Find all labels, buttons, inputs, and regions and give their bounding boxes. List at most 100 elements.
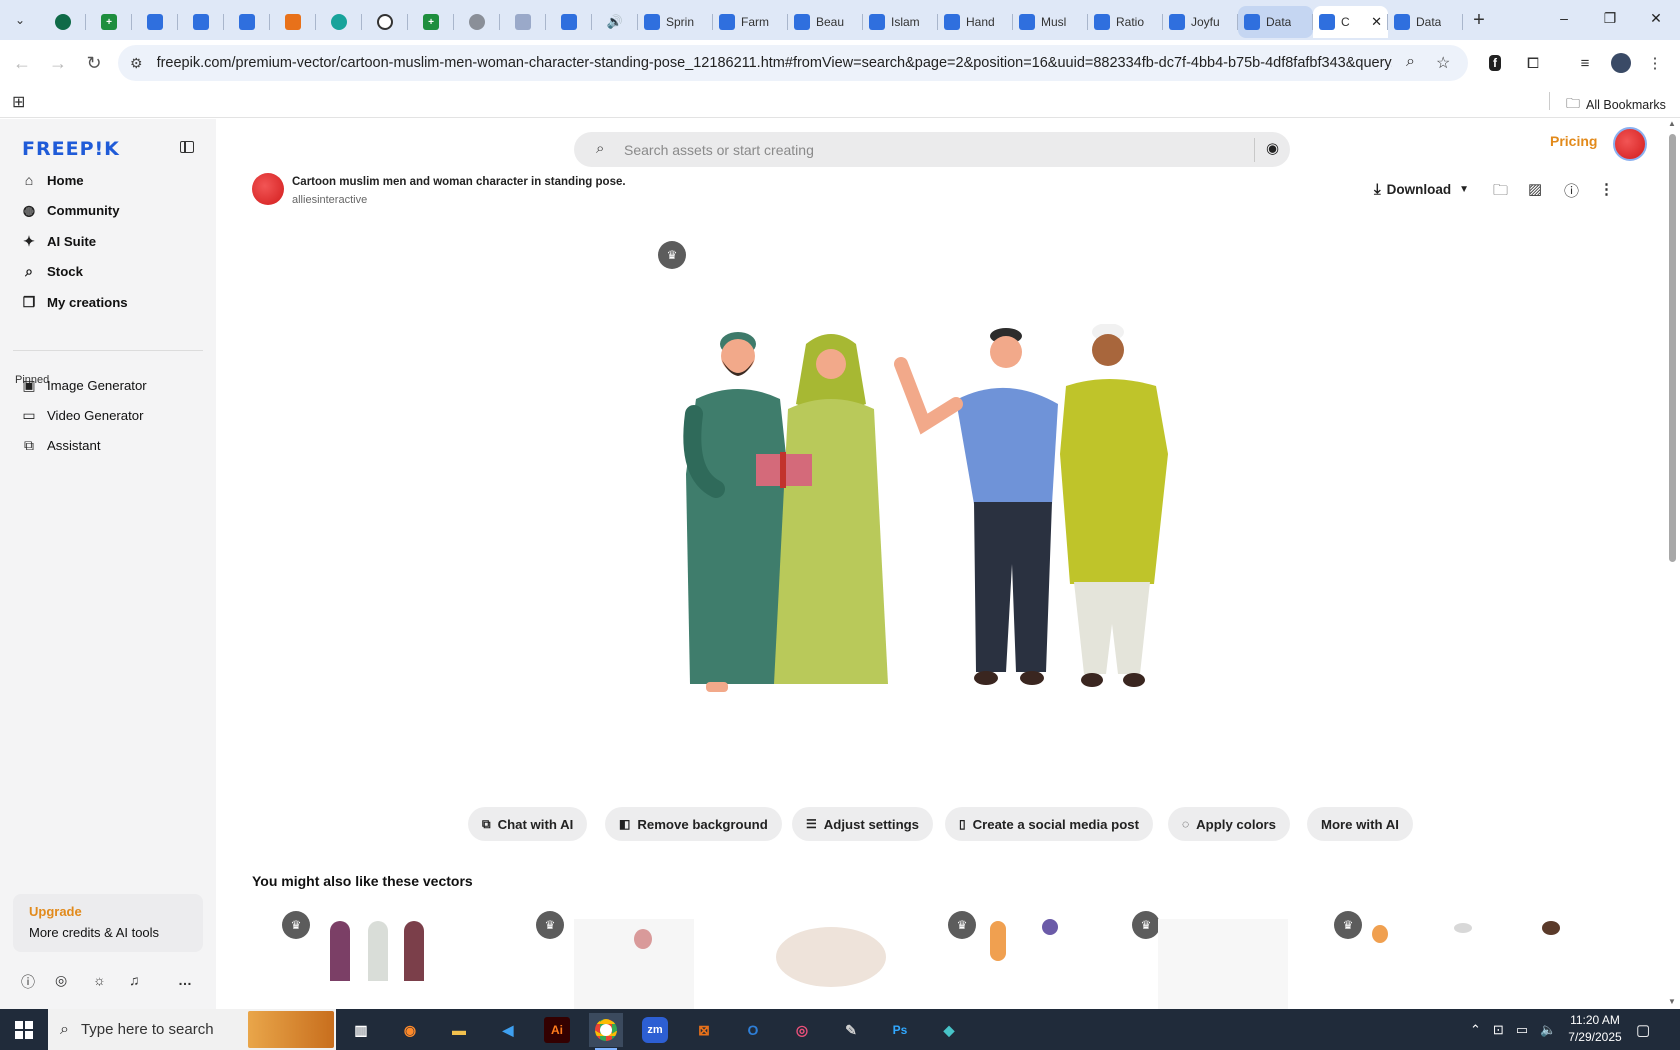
ai-action-apply-colors-button[interactable]: ◌ Apply colors [1168,807,1291,841]
show-hidden-icons-icon[interactable]: ⌃ [1470,1022,1481,1038]
browser-tab[interactable]: Ratio [1088,6,1163,38]
pricing-link[interactable]: Pricing [1550,133,1597,149]
illustrator-icon[interactable]: Ai [544,1017,570,1043]
sidebar-item-video-generator[interactable]: ▭ Video Generator [20,402,143,428]
tab-search-menu-icon[interactable]: ⌄ [0,0,40,40]
similar-thumb-3[interactable] [776,899,896,1009]
scrollbar-thumb[interactable] [1669,134,1676,562]
back-button[interactable]: ← [4,45,40,81]
firefox-icon[interactable]: ◉ [393,1013,427,1047]
browser-tab[interactable]: Sprin [638,6,713,38]
browser-tab[interactable] [270,6,316,38]
reload-button[interactable]: ↻ [76,45,112,81]
task-view-icon[interactable]: ▥ [344,1013,378,1047]
browser-tab[interactable] [224,6,270,38]
author-avatar[interactable] [252,173,284,205]
similar-thumb-2[interactable]: ♛ [534,899,714,1009]
zoom-app-icon[interactable]: zm [642,1017,668,1043]
bookmark-star-icon[interactable]: ☆ [1436,53,1450,73]
info-icon[interactable]: ⓘ [1564,180,1579,201]
outlook-icon[interactable]: O [736,1013,770,1047]
new-tab-button[interactable]: + [1463,4,1495,36]
profile-avatar-icon[interactable] [1606,48,1636,78]
more-vertical-icon[interactable]: ⋮ [1599,180,1614,198]
similar-thumb-1[interactable]: ♛ [280,899,440,1009]
help-icon[interactable]: ⓘ [21,972,35,992]
extensions-icon[interactable]: ⧠ [1518,48,1548,78]
sidebar-item-my-creations[interactable]: ❐ My creations [20,289,128,315]
start-button[interactable] [0,1009,48,1050]
freepik-logo[interactable]: FREEP!K [22,138,120,160]
network-icon[interactable]: ▭ [1516,1022,1528,1038]
browser-tab[interactable]: Musl [1013,6,1088,38]
browser-tab[interactable] [40,6,86,38]
browser-tab[interactable]: Islam [863,6,938,38]
minimize-button[interactable]: – [1541,0,1587,36]
browser-tab[interactable]: Beau [788,6,863,38]
theme-icon[interactable]: ☼ [93,972,106,988]
volume-icon[interactable]: 🔈 [1540,1022,1556,1038]
photoshop-icon[interactable]: Ps [883,1013,917,1047]
media-control-icon[interactable]: ≡ [1570,48,1600,78]
zoom-icon[interactable]: ⌕ [1406,53,1415,71]
similar-thumb-6[interactable]: ♛ [1332,899,1632,1009]
app-diamond-icon[interactable]: ◆ [932,1013,966,1047]
discord-icon[interactable]: ◎ [55,972,67,989]
vscode-icon[interactable]: ◀ [491,1013,525,1047]
scroll-up-icon[interactable]: ▲ [1668,119,1676,128]
browser-tab[interactable]: Hand [938,6,1013,38]
sidebar-item-ai-suite[interactable]: ✦ AI Suite [20,228,96,254]
apps-grid-icon[interactable]: ⊞ [12,92,25,112]
browser-tab[interactable] [500,6,546,38]
sidebar-item-community[interactable]: ◍ Community [20,198,120,224]
notifications-bell-icon[interactable]: ♫ [129,972,140,988]
taskbar-clock[interactable]: 11:20 AM 7/29/2025 [1560,1012,1630,1046]
browser-tab[interactable]: + [86,6,132,38]
download-button[interactable]: ⤓ Download ▼ [1374,181,1469,198]
ai-action-adjust-settings-button[interactable]: ☰ Adjust settings [792,807,934,841]
browser-tab[interactable] [316,6,362,38]
asset-preview-image[interactable] [656,324,1256,754]
browser-tab[interactable]: C ✕ [1313,6,1388,38]
browser-tab[interactable] [546,6,592,38]
forward-button[interactable]: → [40,45,76,81]
url-text[interactable]: freepik.com/premium-vector/cartoon-musli… [157,55,1392,71]
search-input[interactable] [624,138,1184,162]
browser-menu-icon[interactable]: ⋮ [1640,48,1670,78]
page-scrollbar[interactable]: ▲ ▼ [1664,119,1680,1009]
restore-button[interactable]: ❐ [1587,0,1633,36]
all-bookmarks-button[interactable]: 🗀 All Bookmarks [1566,93,1666,117]
browser-tab[interactable]: 🔊 [592,6,638,38]
browser-tab[interactable]: Farm [713,6,788,38]
scroll-down-icon[interactable]: ▼ [1668,997,1676,1006]
browser-tab[interactable]: Data [1388,6,1463,38]
chrome-icon[interactable] [589,1013,623,1050]
sidebar-item-stock[interactable]: ⌕ Stock [20,259,83,285]
browser-tab[interactable]: Joyfu [1163,6,1238,38]
save-to-collection-icon[interactable]: 🗀 [1493,180,1508,205]
collapse-sidebar-icon[interactable] [180,141,194,153]
ai-action-chat-with-ai-button[interactable]: ⧉ Chat with AI [468,807,588,841]
xampp-icon[interactable]: ⊠ [687,1013,721,1047]
font-extension-icon[interactable]: f [1480,48,1510,78]
asset-author-link[interactable]: alliesinteractive [292,194,367,206]
upgrade-card[interactable]: Upgrade More credits & AI tools [13,894,203,952]
security-icon[interactable]: ⊡ [1493,1022,1504,1038]
browser-tab[interactable] [178,6,224,38]
browser-tab[interactable] [454,6,500,38]
ai-action-more-with-ai-button[interactable]: More with AI [1307,807,1413,841]
user-avatar[interactable] [1613,127,1647,161]
address-bar[interactable]: ⚙ freepik.com/premium-vector/cartoon-mus… [118,45,1468,81]
ai-action-remove-background-button[interactable]: ◧ Remove background [605,807,782,841]
close-window-button[interactable]: ✕ [1633,0,1679,36]
similar-thumb-4[interactable]: ♛ [946,899,1096,1009]
camera-search-icon[interactable]: ◉ [1266,139,1279,157]
ai-action-create-a-social-media-post-button[interactable]: ▯ Create a social media post [945,807,1153,841]
browser-tab[interactable]: Data [1238,6,1313,38]
similar-thumb-5[interactable]: ♛ [1130,899,1290,1009]
sidebar-item-image-generator[interactable]: ▣ Image Generator [20,372,146,398]
close-tab-icon[interactable]: ✕ [1371,14,1382,30]
notifications-icon[interactable]: ▢ [1636,1009,1650,1050]
sidebar-item-assistant[interactable]: ⧉ Assistant [20,432,101,458]
browser-tab[interactable]: + [408,6,454,38]
